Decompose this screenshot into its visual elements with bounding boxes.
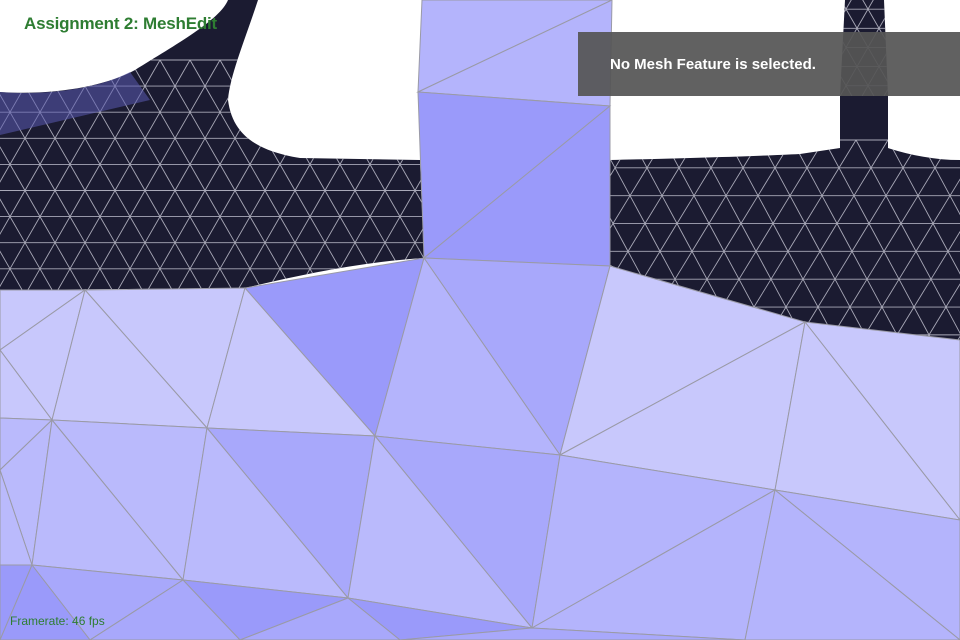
framerate-readout: Framerate: 46 fps [10, 614, 105, 628]
mesh-canvas[interactable] [0, 0, 960, 640]
selection-status-text: No Mesh Feature is selected. [610, 56, 816, 73]
mesh-viewport[interactable]: Assignment 2: MeshEdit No Mesh Feature i… [0, 0, 960, 640]
selection-info-panel: No Mesh Feature is selected. [578, 32, 960, 96]
app-title: Assignment 2: MeshEdit [24, 14, 218, 33]
